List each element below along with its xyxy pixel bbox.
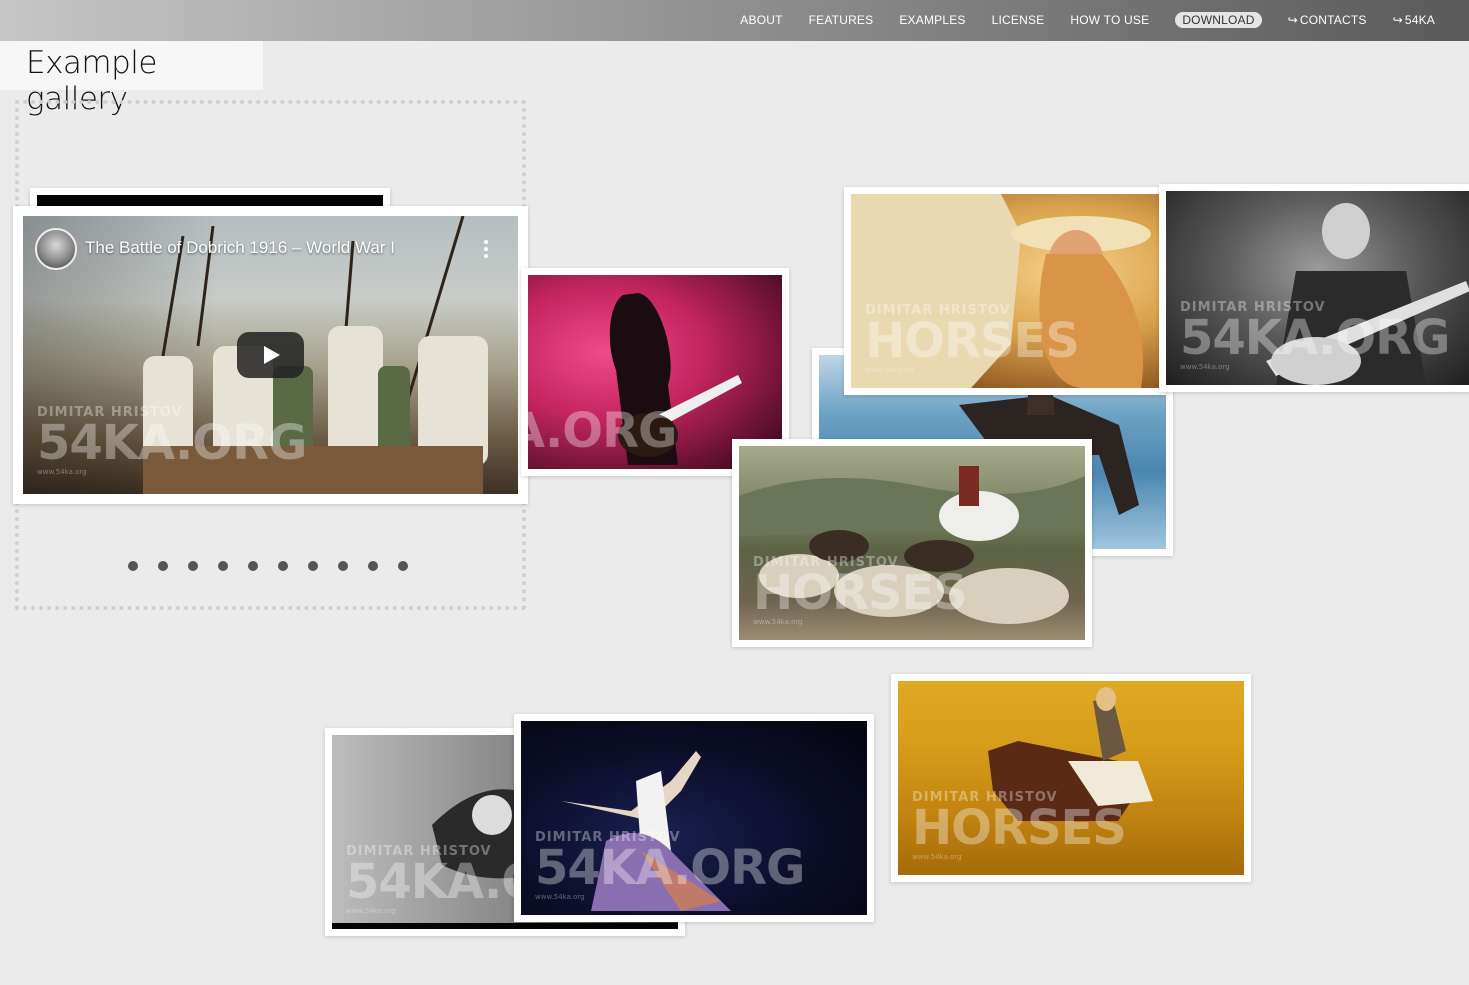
pager-dot[interactable] (218, 561, 228, 571)
gallery-photo-cowgirl[interactable]: DIMITAR HRISTOV HORSES www.54ka.org (844, 187, 1166, 395)
photo-watermark: A.ORG (528, 403, 677, 459)
video-title[interactable]: The Battle of Dobrich 1916 – World War I (85, 238, 395, 258)
gallery-photo-cowboy-herd[interactable]: DIMITAR HRISTOV HORSES www.54ka.org (732, 439, 1092, 647)
photo-image: DIMITAR HRISTOV 54KA.ORG www.54ka.org (521, 721, 867, 915)
watermark-brand: A.ORG (528, 403, 677, 459)
photo-image: DIMITAR HRISTOV HORSES www.54ka.org (739, 446, 1085, 640)
external-link-icon: ↪ (1392, 13, 1403, 27)
main-nav: ABOUT FEATURES EXAMPLES LICENSE HOW TO U… (714, 12, 1435, 28)
gallery-photo-bw-guitarist[interactable]: DIMITAR HRISTOV 54KA.ORG www.54ka.org (1159, 184, 1469, 392)
nav-examples[interactable]: EXAMPLES (899, 13, 965, 27)
gallery-photo-dancers[interactable]: DIMITAR HRISTOV 54KA.ORG www.54ka.org (514, 714, 874, 922)
nav-about[interactable]: ABOUT (740, 13, 782, 27)
photo-watermark: DIMITAR HRISTOV 54KA.ORG www.54ka.org (37, 406, 307, 476)
photo-watermark: DIMITAR HRISTOV 54KA.ORG www.54ka.org (1180, 301, 1450, 371)
nav-contacts-label: CONTACTS (1299, 13, 1367, 27)
pager-dot[interactable] (308, 561, 318, 571)
page-title-box: Example gallery (0, 41, 263, 117)
pager-dot[interactable] (398, 561, 408, 571)
nav-how-to-use[interactable]: HOW TO USE (1070, 13, 1149, 27)
play-icon[interactable] (237, 332, 304, 378)
pager-dot[interactable] (188, 561, 198, 571)
nav-license[interactable]: LICENSE (992, 13, 1045, 27)
photo-image: DIMITAR HRISTOV HORSES www.54ka.org (898, 681, 1244, 875)
video-thumbnail[interactable]: DIMITAR HRISTOV 54KA.ORG www.54ka.org Th… (23, 216, 518, 494)
pager-dot[interactable] (278, 561, 288, 571)
nav-contacts[interactable]: ↪ CONTACTS (1288, 13, 1367, 27)
nav-features[interactable]: FEATURES (809, 13, 874, 27)
photo-watermark: DIMITAR HRISTOV 54KA.ORG www.54ka.org (535, 831, 805, 901)
pager-dot[interactable] (158, 561, 168, 571)
photo-watermark: DIMITAR HRISTOV HORSES www.54ka.org (753, 556, 968, 626)
nav-54ka-label: 54KA (1404, 13, 1435, 27)
pager-dot[interactable] (248, 561, 258, 571)
watermark-horses: HORSES (912, 800, 1127, 856)
nav-54ka[interactable]: ↪ 54KA (1393, 13, 1435, 27)
watermark-horses: HORSES (865, 313, 1080, 369)
pager-dot[interactable] (338, 561, 348, 571)
watermark-horses: HORSES (753, 565, 968, 621)
gallery-pager (128, 561, 408, 571)
watermark-brand: 54KA.ORG (535, 840, 805, 896)
photo-watermark: DIMITAR HRISTOV HORSES www.54ka.org (865, 304, 1080, 374)
photo-image: DIMITAR HRISTOV HORSES www.54ka.org (851, 194, 1159, 388)
photo-watermark: DIMITAR HRISTOV HORSES www.54ka.org (912, 791, 1127, 861)
watermark-brand: 54KA.ORG (37, 415, 307, 471)
top-nav-bar: ABOUT FEATURES EXAMPLES LICENSE HOW TO U… (0, 0, 1469, 41)
pager-dot[interactable] (368, 561, 378, 571)
photo-image: DIMITAR HRISTOV 54KA.ORG www.54ka.org (1166, 191, 1469, 385)
gallery-photo-yellow-field[interactable]: DIMITAR HRISTOV HORSES www.54ka.org (891, 674, 1251, 882)
nav-download[interactable]: DOWNLOAD (1175, 12, 1262, 28)
external-link-icon: ↪ (1287, 13, 1298, 27)
pager-dot[interactable] (128, 561, 138, 571)
video-card[interactable]: DIMITAR HRISTOV 54KA.ORG www.54ka.org Th… (13, 206, 528, 504)
channel-avatar[interactable] (35, 228, 77, 270)
watermark-brand: 54KA.ORG (1180, 310, 1450, 366)
kebab-icon[interactable] (484, 240, 488, 261)
